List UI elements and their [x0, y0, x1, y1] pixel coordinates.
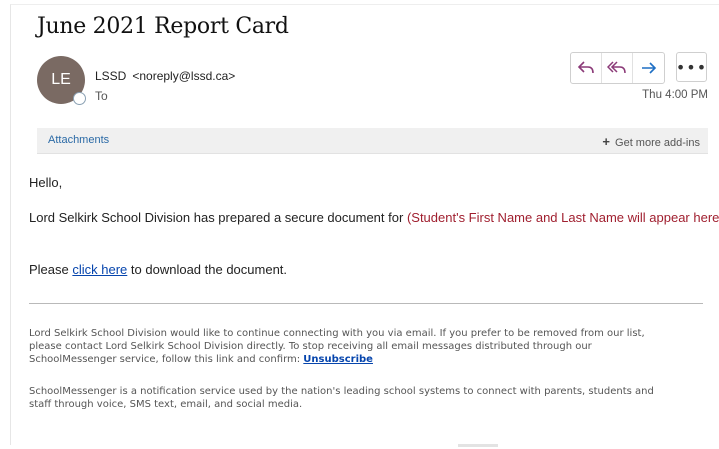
get-add-ins-label: Get more add-ins — [615, 137, 700, 149]
document-prepared-text: Lord Selkirk School Division has prepare… — [29, 210, 404, 225]
sender-email: <noreply@lssd.ca> — [132, 69, 236, 83]
footer-unsubscribe-notice: Lord Selkirk School Division would like … — [29, 327, 699, 366]
sender-line[interactable]: LSSD <noreply@lssd.ca> — [95, 69, 235, 83]
received-timestamp: Thu 4:00 PM — [642, 89, 708, 101]
attachments-bar: Attachments + Get more add-ins — [37, 128, 708, 154]
body-line-download: Please click here to download the docume… — [29, 262, 287, 277]
footer-line: staff through voice, SMS text, email, an… — [29, 399, 303, 410]
unsubscribe-link[interactable]: Unsubscribe — [303, 354, 373, 365]
footer-line-text: SchoolMessenger service, follow this lin… — [29, 354, 301, 365]
footer-schoolmessenger-notice: SchoolMessenger is a notification servic… — [29, 385, 699, 411]
presence-status-icon — [73, 92, 86, 105]
reply-all-button[interactable] — [602, 53, 633, 83]
email-subject: June 2021 Report Card — [37, 14, 289, 39]
message-actions-group — [570, 52, 665, 84]
footer-line: please contact Lord Selkirk School Divis… — [29, 341, 592, 352]
horizontal-scrollbar[interactable] — [458, 444, 498, 447]
body-greeting: Hello, — [29, 175, 63, 190]
recipient-to-label: To — [95, 89, 108, 103]
body-line-document: Lord Selkirk School Division has prepare… — [29, 210, 719, 225]
download-text-before: Please — [29, 262, 69, 277]
footer-divider — [29, 303, 703, 304]
plus-icon: + — [602, 134, 611, 149]
sender-name: LSSD — [95, 69, 127, 83]
reply-button[interactable] — [571, 53, 602, 83]
download-text-after: to download the document. — [130, 262, 288, 277]
student-name-placeholder: (Student's First Name and Last Name will… — [406, 210, 719, 225]
forward-button[interactable] — [633, 53, 664, 83]
footer-line: Lord Selkirk School Division would like … — [29, 328, 645, 339]
forward-icon — [641, 62, 656, 74]
footer-line: SchoolMessenger is a notification servic… — [29, 386, 654, 397]
more-icon: ••• — [675, 57, 708, 77]
reply-all-icon — [607, 61, 626, 74]
attachments-link[interactable]: Attachments — [48, 134, 109, 146]
click-here-link[interactable]: click here — [72, 262, 127, 277]
reply-icon — [577, 61, 594, 74]
get-add-ins-button[interactable]: + Get more add-ins — [602, 134, 700, 149]
more-actions-button[interactable]: ••• — [676, 52, 707, 82]
footer-line: SchoolMessenger service, follow this lin… — [29, 353, 699, 366]
avatar-initials: LE — [51, 71, 71, 88]
